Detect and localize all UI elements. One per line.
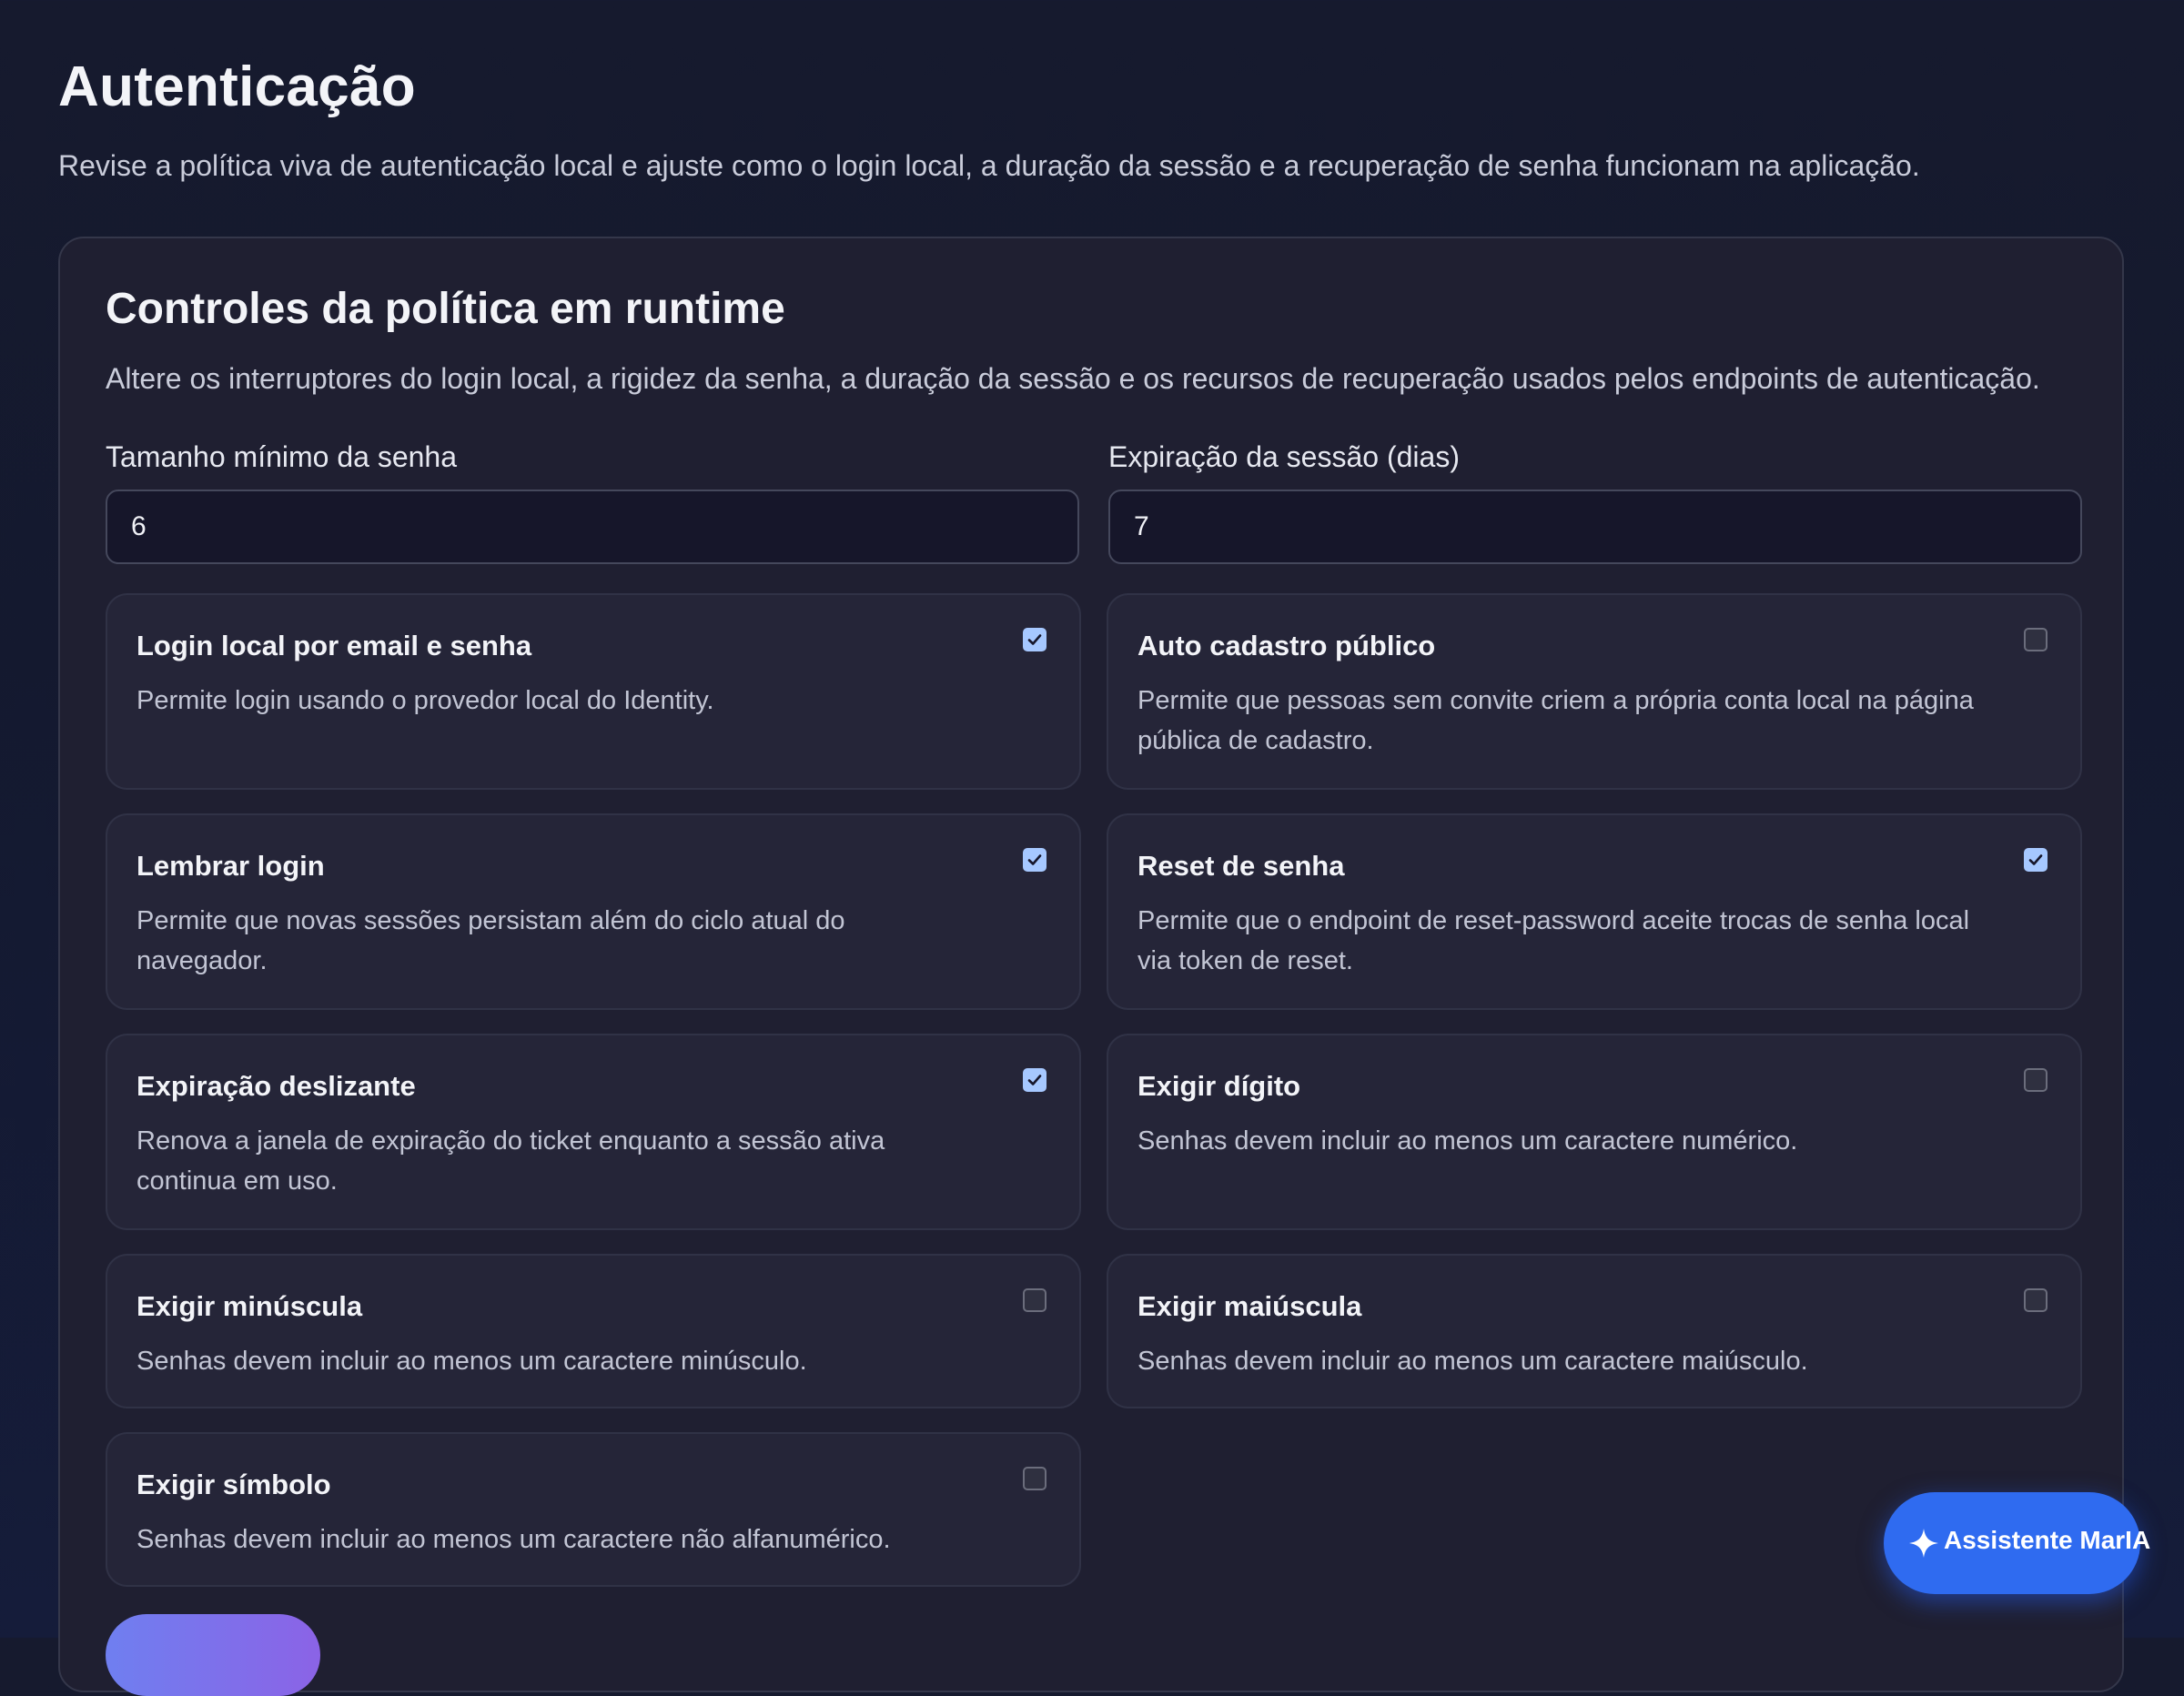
toggle-description: Permite que o endpoint de reset-password… bbox=[1138, 906, 1970, 975]
assistant-button[interactable]: Assistente MarIA bbox=[1884, 1492, 2150, 1594]
toggle-title: Login local por email e senha bbox=[136, 630, 532, 661]
min-password-length-label: Tamanho mínimo da senha bbox=[106, 440, 457, 473]
toggle-title: Exigir dígito bbox=[1138, 1070, 1301, 1102]
toggle-description: Permite que pessoas sem convite criem a … bbox=[1138, 686, 1974, 755]
toggle-card-require-lowercase: Exigir minúscula Senhas devem incluir ao… bbox=[106, 1254, 1081, 1408]
toggle-card-remember-login: Lembrar login Permite que novas sessões … bbox=[106, 813, 1081, 1010]
checkmark-icon bbox=[1027, 1075, 1042, 1085]
checkmark-icon bbox=[1027, 854, 1042, 865]
toggle-title: Lembrar login bbox=[136, 850, 325, 882]
toggle-title: Exigir símbolo bbox=[136, 1469, 331, 1500]
toggle-card-sliding-expiration: Expiração deslizante Renova a janela de … bbox=[106, 1034, 1081, 1230]
toggle-card-require-uppercase: Exigir maiúscula Senhas devem incluir ao… bbox=[1107, 1254, 2082, 1408]
require-uppercase-checkbox[interactable] bbox=[2024, 1288, 2048, 1312]
runtime-policy-panel: Controles da política em runtime Altere … bbox=[58, 237, 2124, 1696]
checkmark-icon bbox=[2028, 854, 2043, 865]
panel-description: Altere os interruptores do login local, … bbox=[106, 362, 2040, 395]
toggle-description: Senhas devem incluir ao menos um caracte… bbox=[136, 1525, 891, 1554]
local-login-checkbox[interactable] bbox=[1023, 628, 1046, 651]
toggle-title: Exigir minúscula bbox=[136, 1290, 363, 1322]
toggle-description: Renova a janela de expiração do ticket e… bbox=[136, 1126, 885, 1196]
page-title: Autenticação bbox=[58, 56, 416, 118]
assistant-label: Assistente MarIA bbox=[1944, 1526, 2151, 1554]
public-signup-checkbox[interactable] bbox=[2024, 628, 2048, 651]
toggle-title: Reset de senha bbox=[1138, 850, 1345, 882]
save-button[interactable] bbox=[106, 1614, 320, 1696]
toggle-description: Senhas devem incluir ao menos um caracte… bbox=[1138, 1347, 1808, 1376]
sparkle-icon bbox=[1907, 1527, 1940, 1564]
require-symbol-checkbox[interactable] bbox=[1023, 1467, 1046, 1490]
min-password-length-input[interactable] bbox=[106, 490, 1079, 564]
require-digit-checkbox[interactable] bbox=[2024, 1068, 2048, 1092]
toggle-description: Permite que novas sessões persistam além… bbox=[136, 906, 845, 975]
toggle-description: Senhas devem incluir ao menos um caracte… bbox=[1138, 1126, 1798, 1156]
toggle-card-require-symbol: Exigir símbolo Senhas devem incluir ao m… bbox=[106, 1432, 1081, 1587]
sliding-expiration-checkbox[interactable] bbox=[1023, 1068, 1046, 1092]
toggle-title: Exigir maiúscula bbox=[1138, 1290, 1362, 1322]
page-subtitle: Revise a política viva de autenticação l… bbox=[58, 149, 1920, 182]
toggle-description: Permite login usando o provedor local do… bbox=[136, 686, 714, 715]
toggle-card-local-login: Login local por email e senha Permite lo… bbox=[106, 593, 1081, 790]
checkmark-icon bbox=[1027, 634, 1042, 645]
toggle-card-require-digit: Exigir dígito Senhas devem incluir ao me… bbox=[1107, 1034, 2082, 1230]
session-expiration-label: Expiração da sessão (dias) bbox=[1108, 440, 1460, 473]
panel-title: Controles da política em runtime bbox=[106, 285, 785, 333]
toggle-description: Senhas devem incluir ao menos um caracte… bbox=[136, 1347, 807, 1376]
password-reset-checkbox[interactable] bbox=[2024, 848, 2048, 872]
remember-login-checkbox[interactable] bbox=[1023, 848, 1046, 872]
session-expiration-input[interactable] bbox=[1108, 490, 2082, 564]
toggle-title: Expiração deslizante bbox=[136, 1070, 416, 1102]
require-lowercase-checkbox[interactable] bbox=[1023, 1288, 1046, 1312]
toggle-card-password-reset: Reset de senha Permite que o endpoint de… bbox=[1107, 813, 2082, 1010]
toggle-card-public-signup: Auto cadastro público Permite que pessoa… bbox=[1107, 593, 2082, 790]
authentication-page: Autenticação Revise a política viva de a… bbox=[0, 0, 2184, 1696]
toggle-title: Auto cadastro público bbox=[1138, 630, 1436, 661]
